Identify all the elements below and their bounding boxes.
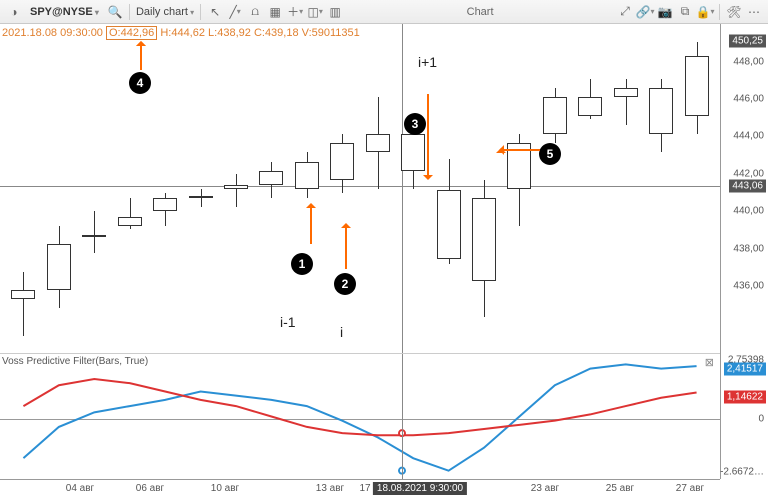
symbol-selector[interactable]: SPY@NYSE [30,6,99,18]
toolbar: ◑ SPY@NYSE 🔍 Daily chart ↖ ╱ ⩍ ▦ ＋ ◫ ▥ C… [0,0,768,24]
crosshair-horizontal [0,186,720,187]
candle[interactable] [11,290,35,299]
chart-area[interactable]: 1 i-1 2 i 3 i+1 5 Voss Predictive Filter(Bars,… [0,24,720,479]
chart-title: Chart [347,6,613,18]
crosshair-vertical-indic [402,354,403,479]
y-axis[interactable]: 450,25 448,00 446,00 444,00 442,00 443,0… [720,24,768,479]
layers-icon[interactable]: ▦ [267,4,283,20]
crosshair-date-label: 18.08.2021 9:30:00 [373,482,467,495]
y-tick: 438,00 [733,244,764,255]
x-tick: 06 авг [136,483,164,494]
settings-icon[interactable]: 🛠 [726,4,742,20]
candle[interactable] [649,88,673,134]
candle[interactable] [295,162,319,190]
candle[interactable] [472,198,496,281]
last-price-label: 450,25 [729,35,766,48]
candle[interactable] [224,185,248,189]
indic-blue-value: 2,41517 [724,363,766,376]
x-tick: 25 авг [606,483,634,494]
ohlc-close: C:439,18 [254,27,299,39]
more-icon[interactable]: ⋯ [746,4,762,20]
link-icon[interactable]: 🔗 [637,4,653,20]
annotation-2: 2 [334,273,356,295]
annotation-text: i+1 [418,54,437,70]
annotation-3: 3 [404,113,426,135]
annotation-text: i-1 [280,314,296,330]
lock-icon[interactable]: 🔒 [697,4,713,20]
annotation-text: i [340,324,343,340]
annotation-arrow [140,42,142,70]
x-tick: 17 [359,483,370,494]
expand-icon[interactable]: ⤢ [617,4,633,20]
candle[interactable] [330,143,354,180]
indicator-pane[interactable]: Voss Predictive Filter(Bars, True) ⊠ [0,354,720,479]
grid-icon[interactable]: ▥ [327,4,343,20]
x-tick: 10 авг [211,483,239,494]
y-tick: 442,00 [733,169,764,180]
y-tick: 448,00 [733,57,764,68]
crosshair-price-label: 443,06 [729,180,766,193]
add-icon[interactable]: ＋ [287,4,303,20]
annotation-arrow [427,94,429,179]
camera-icon[interactable]: 📷 [657,4,673,20]
y-tick: 446,00 [733,94,764,105]
annotation-4: 4 [129,72,151,94]
x-tick: 23 авг [531,483,559,494]
ohlc-timestamp: 2021.18.08 09:30:00 [2,27,103,39]
candle[interactable] [366,134,390,152]
candle[interactable] [578,97,602,115]
draw-line-icon[interactable]: ╱ [227,4,243,20]
candle[interactable] [614,88,638,97]
copy-icon[interactable]: ⧉ [677,4,693,20]
candle[interactable] [685,56,709,116]
candle[interactable] [259,171,283,186]
annotation-arrow [500,149,540,151]
y-tick: 444,00 [733,131,764,142]
candle[interactable] [153,198,177,211]
y-tick: 436,00 [733,281,764,292]
candle[interactable] [82,235,106,237]
cursor-icon[interactable]: ↖ [207,4,223,20]
timeframe-selector[interactable]: Daily chart [136,6,194,18]
ohlc-readout: 2021.18.08 09:30:00 O:442,96 H:444,62 L:… [2,27,360,39]
annotation-1: 1 [291,253,313,275]
candle[interactable] [118,217,142,226]
app-logo-icon: ◑ [6,4,22,20]
price-pane[interactable]: 1 i-1 2 i 3 i+1 5 [0,24,720,354]
annotation-arrow [310,204,312,244]
search-icon[interactable]: 🔍 [107,4,123,20]
indic-red-value: 1,14622 [724,391,766,404]
ohlc-volume: V:59011351 [302,27,360,39]
ohlc-open: O:442,96 [106,26,157,40]
ohlc-low: L:438,92 [208,27,251,39]
candle[interactable] [189,196,213,198]
crosshair-vertical [402,24,403,353]
candle[interactable] [47,244,71,290]
x-axis[interactable]: 04 авг 06 авг 10 авг 13 авг 17 18.08.202… [0,479,720,501]
y-tick: 440,00 [733,206,764,217]
annotation-arrow [345,224,347,269]
candle[interactable] [437,190,461,259]
candle[interactable] [543,97,567,134]
x-tick: 27 авг [676,483,704,494]
candle[interactable] [401,134,425,171]
indicator-lines [0,354,720,479]
window-icon[interactable]: ◫ [307,4,323,20]
ohlc-high: H:444,62 [160,27,205,39]
x-tick: 13 авг [316,483,344,494]
x-tick: 04 авг [66,483,94,494]
annotation-5: 5 [539,143,561,165]
indicator-icon[interactable]: ⩍ [247,4,263,20]
indic-y-tick: -2.6672… [720,467,764,478]
